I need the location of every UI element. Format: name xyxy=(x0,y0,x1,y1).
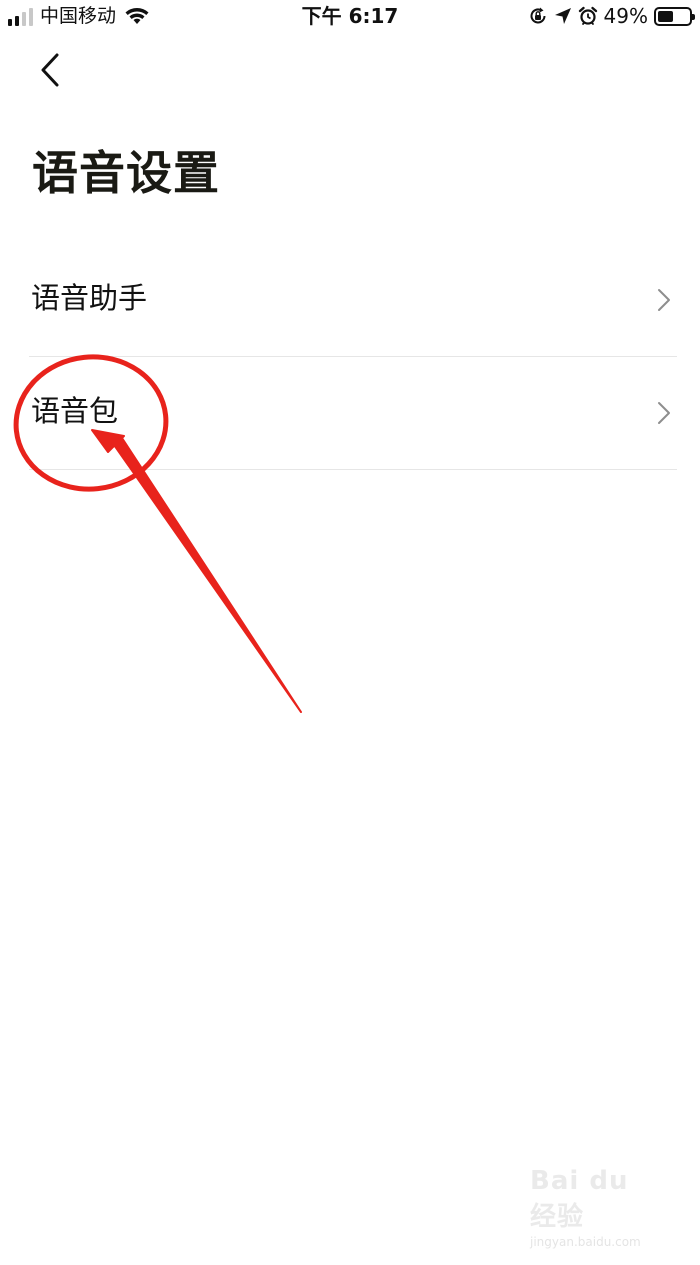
status-bar: 中国移动 下午 6:17 49% xyxy=(0,0,700,34)
battery-percent: 49% xyxy=(603,4,648,28)
chevron-left-icon xyxy=(41,53,59,87)
chevron-right-icon xyxy=(658,289,670,311)
watermark-url: jingyan.baidu.com xyxy=(530,1235,641,1249)
orientation-lock-icon xyxy=(530,7,546,24)
list-item-label: 语音包 xyxy=(31,394,119,428)
list-item-voice-pack[interactable]: 语音包 xyxy=(29,357,677,470)
baidu-jingyan-watermark: Bai du 经验 jingyan.baidu.com xyxy=(530,1166,664,1249)
location-arrow-icon xyxy=(554,8,571,24)
settings-list: 语音助手 语音包 xyxy=(29,244,677,470)
watermark-logo: Bai du 经验 xyxy=(530,1166,629,1232)
chevron-right-icon xyxy=(658,402,670,424)
red-arrow xyxy=(91,429,302,713)
status-right: 49% xyxy=(528,4,695,28)
page-title: 语音设置 xyxy=(32,146,220,200)
battery-icon xyxy=(654,6,695,26)
back-button[interactable] xyxy=(26,44,74,96)
list-item-voice-assistant[interactable]: 语音助手 xyxy=(29,244,677,357)
alarm-icon xyxy=(578,6,597,25)
list-item-label: 语音助手 xyxy=(31,281,148,315)
